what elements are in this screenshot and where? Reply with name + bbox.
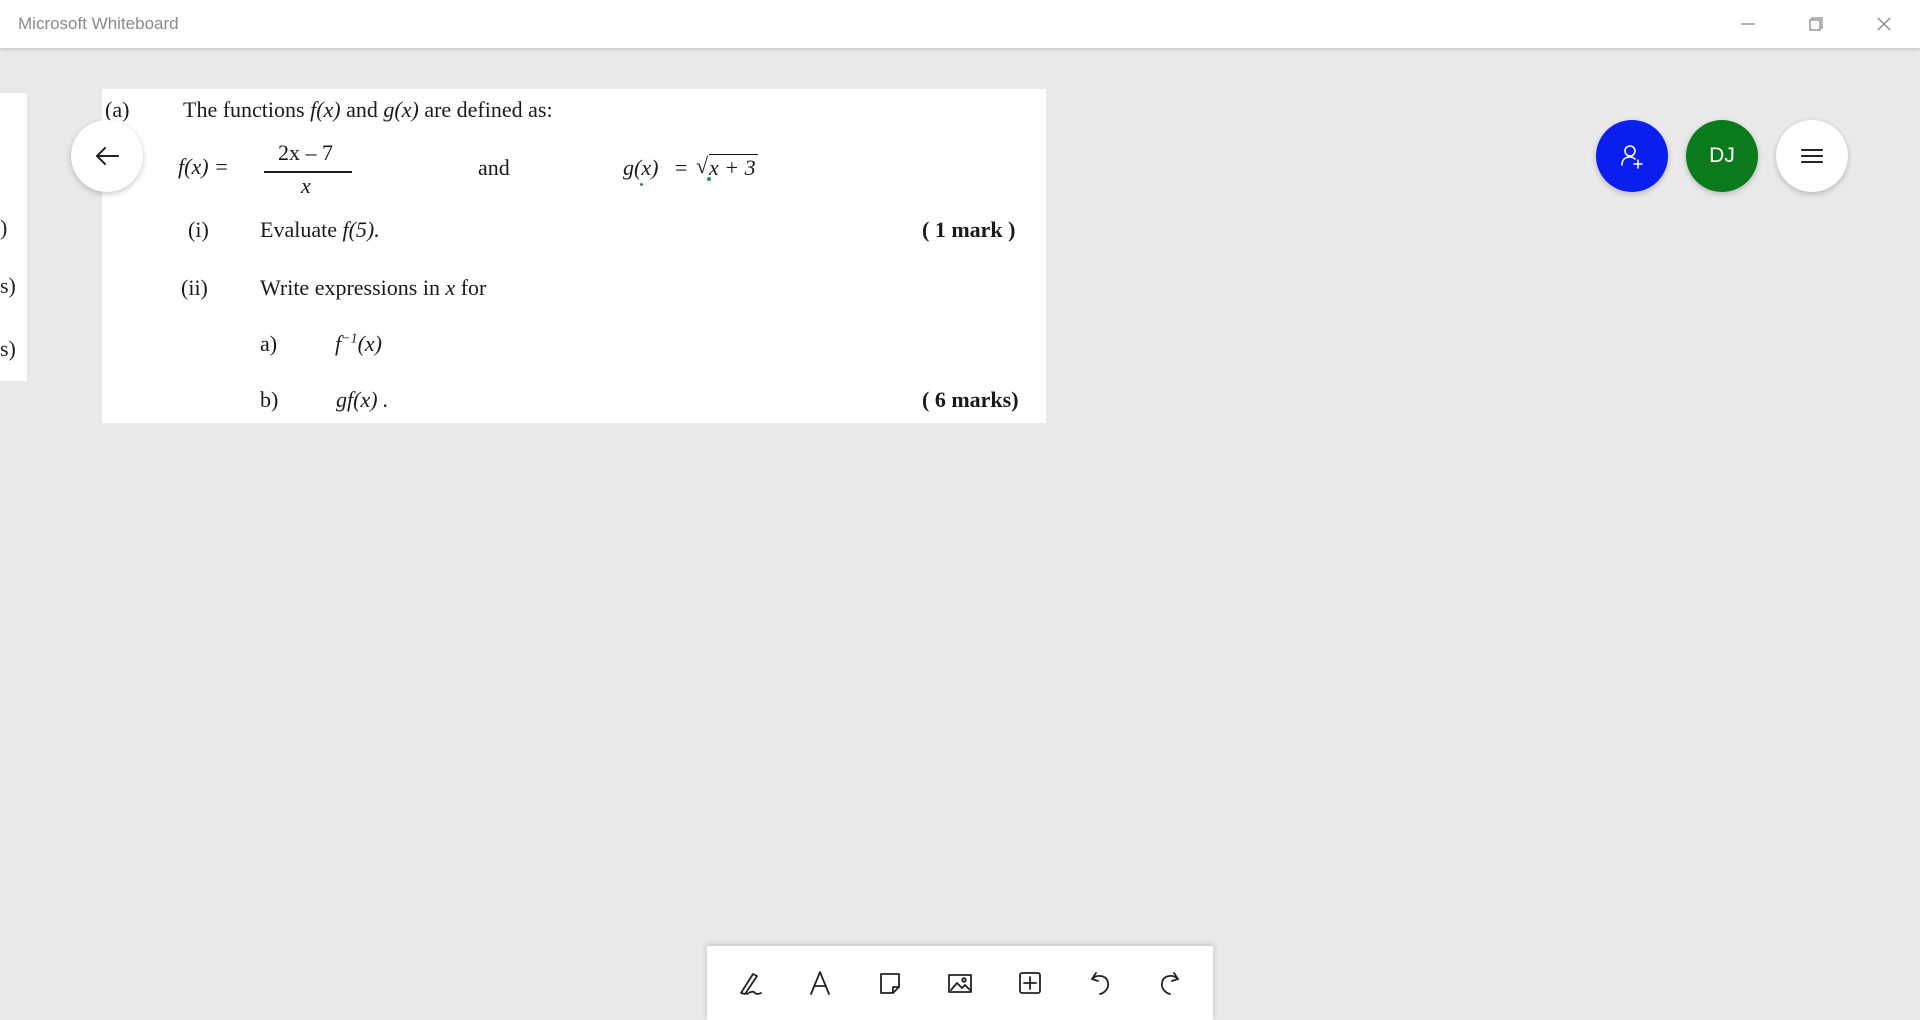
sub-question-ii-text: Write expressions in x for [260, 275, 487, 300]
back-button[interactable] [71, 120, 143, 192]
sub-question-i-text: Evaluate f(5). [260, 217, 380, 242]
g-equals: = [675, 155, 688, 180]
undo-button[interactable] [1074, 957, 1126, 1009]
hamburger-menu-icon [1801, 149, 1823, 163]
text-icon [810, 971, 830, 995]
sticky-note-icon [880, 973, 900, 994]
add-icon [1019, 972, 1041, 994]
close-button[interactable] [1850, 0, 1918, 48]
sub-question-i-label: (i) [188, 217, 209, 242]
card-text-fragment: s) [0, 336, 16, 361]
marks-label: ( 1 mark ) [922, 217, 1016, 242]
f-definition-lhs: f(x) = [178, 154, 229, 179]
item-b-label: b) [260, 387, 279, 412]
menu-button[interactable] [1776, 120, 1848, 192]
offscreen-image-card[interactable]: ) s) s) [0, 93, 27, 381]
card-text-fragment: ) [0, 215, 8, 240]
image-icon [948, 974, 972, 993]
sticky-note-button[interactable] [864, 957, 916, 1009]
f-numerator: 2x – 7 [278, 140, 333, 165]
minimize-icon [1741, 23, 1755, 25]
pen-tool-button[interactable] [724, 957, 776, 1009]
pen-icon [740, 973, 762, 995]
avatar-initials: DJ [1709, 144, 1735, 167]
and-word: and [478, 155, 510, 180]
minimize-button[interactable] [1714, 0, 1782, 48]
add-button[interactable] [1004, 957, 1056, 1009]
app-title: Microsoft Whiteboard [18, 14, 179, 33]
redo-icon [1160, 972, 1179, 995]
text-tool-button[interactable] [794, 957, 846, 1009]
item-b-expression: gf(x) . [336, 387, 389, 412]
invite-button[interactable] [1596, 120, 1668, 192]
intro-text: The functions f(x) and g(x) are defined … [183, 97, 553, 122]
sub-question-ii-label: (ii) [181, 275, 208, 300]
question-image-card[interactable]: (a) The functions f(x) and g(x) are defi… [102, 89, 1046, 423]
marks-label: ( 6 marks) [922, 387, 1019, 412]
ink-dot [707, 177, 711, 181]
image-button[interactable] [934, 957, 986, 1009]
g-radicand: x + 3 [709, 155, 756, 180]
item-a-label: a) [260, 331, 278, 356]
ink-dot [640, 183, 643, 186]
title-bar: Microsoft Whiteboard [0, 0, 1920, 48]
restore-icon [1809, 17, 1823, 31]
sqrt-sign: √ [696, 153, 709, 178]
card-text-fragment: s) [0, 273, 16, 298]
redo-button[interactable] [1144, 957, 1196, 1009]
bottom-toolbar [707, 946, 1213, 1020]
avatar-button[interactable]: DJ [1686, 120, 1758, 192]
arrow-left-icon [96, 147, 119, 165]
undo-icon [1091, 972, 1110, 995]
f-denominator: x [301, 173, 311, 198]
close-icon [1877, 17, 1891, 31]
add-person-icon [1621, 145, 1643, 169]
g-definition-lhs: g(x) [623, 155, 659, 180]
item-a-expression: f−1(x) [335, 331, 382, 356]
restore-button[interactable] [1782, 0, 1850, 48]
